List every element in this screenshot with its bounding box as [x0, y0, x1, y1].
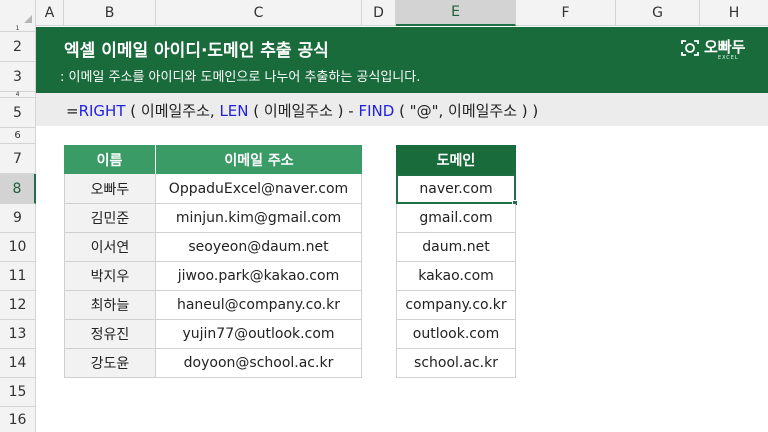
table-cell-domain[interactable]: gmail.com: [396, 204, 516, 233]
column-header-f[interactable]: F: [516, 0, 616, 26]
formula-part-3: ( "@", 이메일주소 ) ): [394, 102, 539, 120]
table-cell-domain[interactable]: daum.net: [396, 233, 516, 262]
column-header-g[interactable]: G: [616, 0, 700, 26]
row-header-2[interactable]: 2: [0, 32, 36, 62]
logo-subtext: EXCEL: [718, 55, 739, 61]
select-all-corner[interactable]: [0, 0, 36, 26]
table-cell-email[interactable]: OppaduExcel@naver.com: [156, 174, 362, 204]
table-cell-name[interactable]: 김민준: [64, 204, 156, 233]
camera-logo-icon: [681, 40, 699, 56]
row-header-14[interactable]: 14: [0, 349, 36, 378]
column-header-b[interactable]: B: [64, 0, 156, 26]
page-title: 엑셀 이메일 아이디·도메인 추출 공식: [64, 41, 329, 61]
table-cell-name[interactable]: 이서연: [64, 233, 156, 262]
table-cell-name[interactable]: 강도윤: [64, 349, 156, 378]
formula-fn-len: LEN: [219, 102, 249, 120]
table-cell-email[interactable]: jiwoo.park@kakao.com: [156, 262, 362, 291]
formula-equals: =: [66, 102, 79, 120]
table-header-email[interactable]: 이메일 주소: [156, 145, 362, 174]
row-header-11[interactable]: 11: [0, 262, 36, 291]
row-header-5[interactable]: 5: [0, 98, 36, 128]
table-cell-email[interactable]: doyoon@school.ac.kr: [156, 349, 362, 378]
table-cell-email[interactable]: seoyeon@daum.net: [156, 233, 362, 262]
column-header-h[interactable]: H: [700, 0, 768, 26]
table-cell-domain[interactable]: outlook.com: [396, 320, 516, 349]
logo-text: 오빠두: [704, 38, 746, 56]
column-header-d[interactable]: D: [362, 0, 396, 26]
table-cell-domain[interactable]: company.co.kr: [396, 291, 516, 320]
formula-part-1: ( 이메일주소,: [125, 102, 220, 120]
table-header-name[interactable]: 이름: [64, 145, 156, 174]
table-cell-email[interactable]: haneul@company.co.kr: [156, 291, 362, 320]
formula-text: =RIGHT ( 이메일주소, LEN ( 이메일주소 ) - FIND ( "…: [66, 100, 538, 121]
row-header-6[interactable]: 6: [0, 128, 36, 144]
table-cell-name[interactable]: 박지우: [64, 262, 156, 291]
table-cell-name[interactable]: 최하늘: [64, 291, 156, 320]
page-subtitle: : 이메일 주소를 아이디와 도메인으로 나누어 추출하는 공식입니다.: [60, 70, 421, 85]
row-header-12[interactable]: 12: [0, 291, 36, 320]
row-header-8[interactable]: 8: [0, 174, 36, 204]
row-header-16[interactable]: 16: [0, 407, 36, 432]
table-cell-email[interactable]: yujin77@outlook.com: [156, 320, 362, 349]
column-header-e[interactable]: E: [396, 0, 516, 26]
formula-fn-right: RIGHT: [78, 102, 126, 120]
table-cell-email[interactable]: minjun.kim@gmail.com: [156, 204, 362, 233]
row-header-9[interactable]: 9: [0, 204, 36, 233]
table-cell-domain[interactable]: school.ac.kr: [396, 349, 516, 378]
column-header-c[interactable]: C: [156, 0, 362, 26]
row-header-13[interactable]: 13: [0, 320, 36, 349]
table-cell-domain[interactable]: kakao.com: [396, 262, 516, 291]
formula-fn-find: FIND: [358, 102, 395, 120]
formula-part-2: ( 이메일주소 ) -: [248, 102, 359, 120]
table-cell-domain-selected[interactable]: naver.com: [396, 174, 516, 204]
row-header-10[interactable]: 10: [0, 233, 36, 262]
column-header-a[interactable]: A: [36, 0, 64, 26]
row-header-3[interactable]: 3: [0, 62, 36, 92]
table-header-domain[interactable]: 도메인: [396, 145, 516, 174]
table-cell-name[interactable]: 오빠두: [64, 174, 156, 204]
brand-logo: 오빠두 EXCEL: [680, 36, 764, 62]
row-header-7[interactable]: 7: [0, 144, 36, 174]
table-cell-name[interactable]: 정유진: [64, 320, 156, 349]
row-header-15[interactable]: 15: [0, 378, 36, 407]
